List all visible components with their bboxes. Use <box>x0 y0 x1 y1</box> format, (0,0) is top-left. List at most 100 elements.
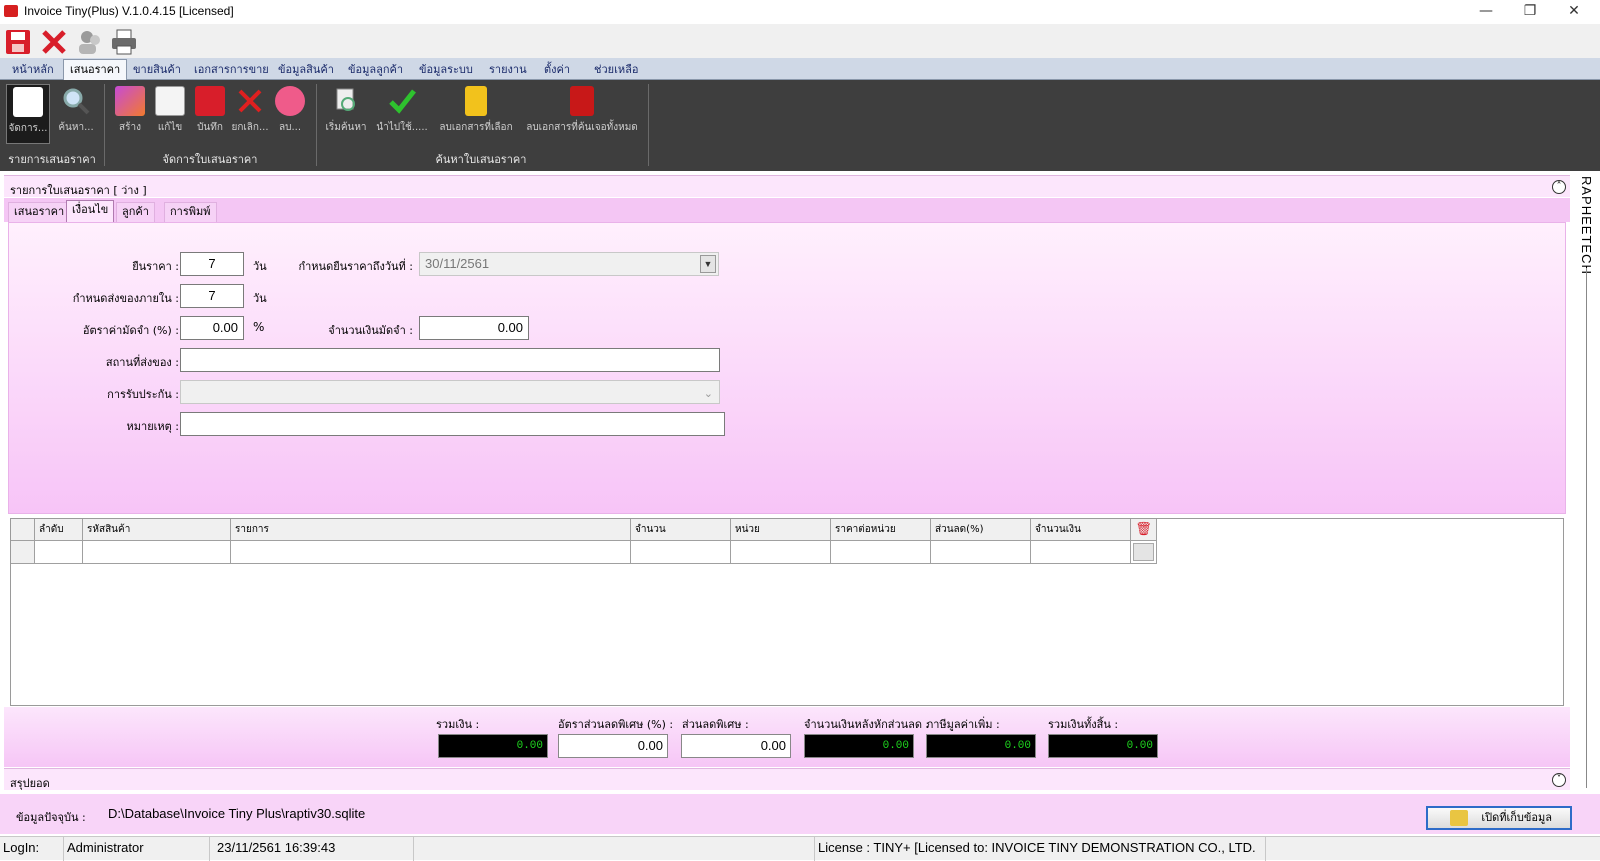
subtab-customer[interactable]: ลูกค้า <box>116 202 155 222</box>
column-header[interactable]: ส่วนลด(%) <box>931 519 1031 541</box>
close-icon[interactable] <box>40 28 68 56</box>
delivery-unit: วัน <box>253 292 267 305</box>
save-icon[interactable] <box>4 28 32 56</box>
side-brand-strip: RAPHEETECH <box>1574 172 1600 796</box>
discount-rate-label: อัตราส่วนลดพิเศษ (%) : <box>558 718 674 731</box>
tab-customers[interactable]: ข้อมูลลูกค้า <box>342 61 409 80</box>
tab-settings[interactable]: ตั้งค่า <box>538 61 576 80</box>
menu-tab-bar: หน้าหลัก เสนอราคา ขายสินค้า เอกสารการขาย… <box>0 58 1600 80</box>
current-datetime: 23/11/2561 16:39:43 <box>214 837 414 861</box>
record-button[interactable]: บันทึก <box>188 84 232 144</box>
minimize-button[interactable]: — <box>1464 0 1508 24</box>
close-window-button[interactable]: ✕ <box>1552 0 1596 24</box>
delivery-place-input[interactable] <box>180 348 720 372</box>
tab-sales-documents[interactable]: เอกสารการขาย <box>188 61 275 80</box>
grid-cell[interactable] <box>35 541 83 564</box>
note-input[interactable] <box>180 412 725 436</box>
search-quotation-button[interactable]: ค้นหา... <box>54 84 98 144</box>
delete-button[interactable]: ลบ... <box>268 84 312 144</box>
summary-header: สรุปยอด ˅ <box>4 768 1570 790</box>
tab-reports[interactable]: รายงาน <box>483 61 533 80</box>
printer-icon[interactable] <box>110 28 138 56</box>
subtab-quotation[interactable]: เสนอราคา <box>8 202 71 222</box>
grid-cell[interactable] <box>231 541 631 564</box>
column-header[interactable]: รหัสสินค้า <box>83 519 231 541</box>
magnifier-icon <box>61 86 91 116</box>
subtab-conditions[interactable]: เงื่อนไข <box>66 200 115 222</box>
delivery-within-input[interactable]: 7 <box>180 284 244 308</box>
delete-row-button[interactable] <box>1133 543 1154 561</box>
folder-icon <box>1450 810 1468 826</box>
after-discount-label: จำนวนเงินหลังหักส่วนลด : <box>804 718 930 731</box>
items-grid: ลำดับ รหัสสินค้า รายการ จำนวน หน่วย ราคา… <box>10 518 1564 706</box>
discount-rate-input[interactable]: 0.00 <box>558 734 668 758</box>
column-header[interactable]: รายการ <box>231 519 631 541</box>
grid-cell[interactable] <box>931 541 1031 564</box>
manage-quotation-button[interactable]: จัดการ... <box>6 84 50 144</box>
delivery-within-label: กำหนดส่งของภายใน : <box>72 292 179 305</box>
users-icon[interactable] <box>76 28 104 56</box>
valid-until-datepicker[interactable]: 30/11/2561 ▼ <box>419 252 719 276</box>
after-discount-field: 0.00 <box>804 734 914 758</box>
column-header[interactable]: หน่วย <box>731 519 831 541</box>
special-discount-input[interactable]: 0.00 <box>681 734 791 758</box>
delete-all-found-button[interactable]: ลบเอกสารที่ค้นเจอทั้งหมด <box>522 84 642 144</box>
deposit-rate-input[interactable]: 0.00 <box>180 316 244 340</box>
grid-cell[interactable] <box>1031 541 1131 564</box>
grid-cell[interactable] <box>83 541 231 564</box>
checkmark-icon <box>387 86 417 116</box>
valid-until-label: กำหนดยืนราคาถึงวันที่ : <box>298 260 413 273</box>
cancel-button[interactable]: ยกเลิก... <box>228 84 272 144</box>
note-label: หมายเหตุ : <box>126 420 179 433</box>
trash-icon[interactable]: 🗑 <box>1131 519 1157 541</box>
chevron-down-icon: ⌄ <box>703 388 713 400</box>
grid-cell[interactable] <box>831 541 931 564</box>
trash-all-icon <box>570 86 594 116</box>
restore-button[interactable]: ❐ <box>1508 0 1552 24</box>
current-db-label: ข้อมูลปัจจุบัน : <box>16 811 86 824</box>
database-info-bar: ข้อมูลปัจจุบัน : D:\Database\Invoice Tin… <box>0 794 1600 834</box>
open-data-folder-button[interactable]: เปิดที่เก็บข้อมูล <box>1426 806 1572 830</box>
row-header[interactable] <box>11 541 35 564</box>
subtotal-label: รวมเงิน : <box>436 718 480 731</box>
tab-system[interactable]: ข้อมูลระบบ <box>413 61 479 80</box>
ribbon-group-quotation-list: รายการเสนอราคา <box>8 153 96 166</box>
delete-row-cell[interactable] <box>1131 541 1157 564</box>
collapse-down-icon[interactable]: ˅ <box>1552 773 1566 787</box>
tab-quotation[interactable]: เสนอราคา <box>63 59 128 80</box>
grand-total-label: รวมเงินทั้งสิ้น : <box>1048 718 1119 731</box>
warranty-select[interactable]: ⌄ <box>180 380 720 404</box>
special-discount-label: ส่วนลดพิเศษ : <box>682 718 749 731</box>
subtab-printing[interactable]: การพิมพ์ <box>164 202 217 222</box>
tab-help[interactable]: ช่วยเหลือ <box>588 61 644 80</box>
document-icon <box>13 87 43 117</box>
delete-selected-button[interactable]: ลบเอกสารที่เลือก <box>436 84 516 144</box>
edit-button[interactable]: แก้ไข <box>148 84 192 144</box>
current-user: Administrator <box>64 837 210 861</box>
column-header[interactable]: ลำดับ <box>35 519 83 541</box>
warranty-label: การรับประกัน : <box>107 388 179 401</box>
apply-button[interactable]: นำไปใช้..... <box>374 84 430 144</box>
delete-icon <box>275 86 305 116</box>
start-search-button[interactable]: เริ่มค้นหา <box>322 84 370 144</box>
summary-label: สรุปยอด <box>10 777 50 790</box>
column-header[interactable]: จำนวนเงิน <box>1031 519 1131 541</box>
side-divider <box>1586 268 1587 788</box>
edit-icon <box>155 86 185 116</box>
tab-products[interactable]: ข้อมูลสินค้า <box>272 61 340 80</box>
tab-sales[interactable]: ขายสินค้า <box>127 61 187 80</box>
deposit-amount-label: จำนวนเงินมัดจำ : <box>328 324 413 337</box>
column-header[interactable]: จำนวน <box>631 519 731 541</box>
panel-title: รายการใบเสนอราคา [ ว่าง ] <box>10 184 147 197</box>
price-valid-input[interactable]: 7 <box>180 252 244 276</box>
create-button[interactable]: สร้าง <box>108 84 152 144</box>
tab-home[interactable]: หน้าหลัก <box>6 61 60 80</box>
grid-cell[interactable] <box>631 541 731 564</box>
window-title: Invoice Tiny(Plus) V.1.0.4.15 [Licensed] <box>24 4 234 18</box>
column-header[interactable]: ราคาต่อหน่วย <box>831 519 931 541</box>
grid-cell[interactable] <box>731 541 831 564</box>
grid-corner <box>11 519 35 541</box>
collapse-up-icon[interactable]: ˄ <box>1552 180 1566 194</box>
chevron-down-icon[interactable]: ▼ <box>700 255 716 273</box>
deposit-amount-input[interactable]: 0.00 <box>419 316 529 340</box>
